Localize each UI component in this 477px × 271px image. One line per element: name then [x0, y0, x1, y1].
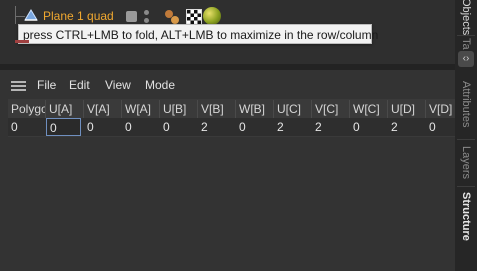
tab-label: Objects [460, 0, 472, 36]
panel-divider [0, 64, 455, 70]
column-header[interactable]: V[A] [84, 100, 122, 118]
column-header[interactable]: W[C] [350, 100, 388, 118]
tooltip: press CTRL+LMB to fold, ALT+LMB to maxim… [18, 24, 378, 44]
structure-menu-bar: File Edit View Mode [0, 74, 455, 96]
column-header[interactable]: U[B] [160, 100, 198, 118]
table-cell[interactable]: 2 [274, 118, 312, 136]
column-header[interactable]: V[D] [426, 100, 455, 118]
side-tab-strip: Objects Ta ‹› Attributes Layers Structur… [455, 0, 477, 271]
table-cell[interactable]: 2 [388, 118, 426, 136]
table-cell[interactable]: 2 [198, 118, 236, 136]
column-header[interactable]: Polygon [8, 100, 46, 118]
table-header-row: Polygon U[A] V[A] W[A] U[B] V[B] W[B] U[… [8, 100, 455, 118]
tab-label: Structure [460, 191, 472, 241]
column-header[interactable]: U[D] [388, 100, 426, 118]
menu-mode[interactable]: Mode [145, 78, 175, 92]
table-cell[interactable]: 0 [236, 118, 274, 136]
tab-take[interactable]: Ta [455, 36, 477, 52]
material-tag-icon[interactable] [203, 7, 221, 25]
tab-attributes[interactable]: Attributes [455, 72, 477, 136]
table-cell[interactable]: 0 [122, 118, 160, 136]
axis-marker [15, 40, 29, 43]
editor-visibility-icon[interactable] [126, 11, 137, 22]
tab-label: Ta [460, 38, 472, 50]
object-manager: Plane 1 quad press CTRL+LMB to fold, ALT… [0, 0, 455, 70]
table-cell[interactable]: 0 [8, 118, 46, 136]
menu-file[interactable]: File [37, 78, 56, 92]
phong-tag-icon[interactable] [164, 9, 180, 25]
tree-line [15, 6, 16, 24]
table-cell[interactable]: 0 [426, 118, 455, 136]
column-header[interactable]: W[A] [122, 100, 160, 118]
column-header[interactable]: V[B] [198, 100, 236, 118]
object-row[interactable]: Plane 1 quad [0, 6, 455, 26]
column-header[interactable]: V[C] [312, 100, 350, 118]
tab-objects[interactable]: Objects [455, 0, 477, 36]
tab-structure[interactable]: Structure [455, 188, 477, 244]
tab-layers[interactable]: Layers [455, 142, 477, 184]
table-cell[interactable]: 2 [312, 118, 350, 136]
column-header[interactable]: U[C] [274, 100, 312, 118]
object-name[interactable]: Plane 1 quad [43, 9, 114, 23]
tab-separator [457, 186, 475, 187]
column-header[interactable]: W[B] [236, 100, 274, 118]
column-header[interactable]: U[A] [46, 100, 84, 118]
structure-table: Polygon U[A] V[A] W[A] U[B] V[B] W[B] U[… [8, 99, 455, 137]
table-cell[interactable]: 0 [350, 118, 388, 136]
table-cell-selected[interactable]: 0 [46, 118, 81, 136]
table-cell[interactable]: 0 [84, 118, 122, 136]
hamburger-icon[interactable] [11, 81, 26, 91]
table-cell[interactable]: 0 [160, 118, 198, 136]
menu-view[interactable]: View [105, 78, 131, 92]
visibility-dots-icon[interactable] [144, 10, 149, 24]
table-row[interactable]: 0 0 0 0 0 2 0 2 2 0 2 0 [8, 118, 455, 136]
structure-empty-area[interactable] [0, 137, 455, 271]
plane-object-icon [24, 9, 38, 21]
uvw-tag-icon[interactable] [186, 9, 202, 25]
tab-label: Attributes [460, 80, 472, 128]
menu-edit[interactable]: Edit [69, 78, 90, 92]
chevron-icon[interactable]: ‹› [458, 51, 474, 67]
tab-label: Layers [460, 146, 472, 180]
tab-separator [457, 139, 475, 140]
